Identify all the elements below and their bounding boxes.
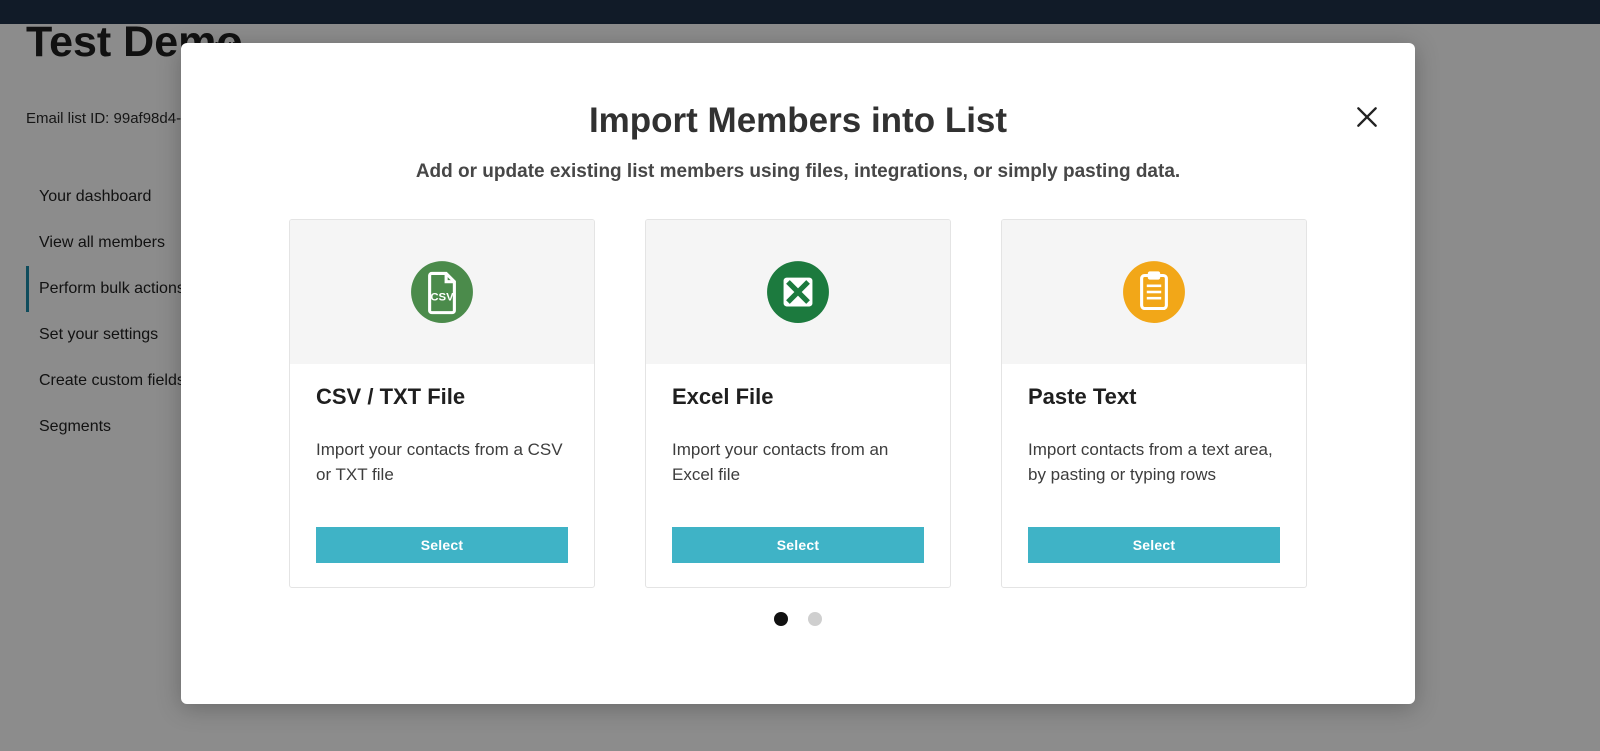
card-title: CSV / TXT File (316, 384, 568, 410)
csv-file-icon: CSV (290, 220, 594, 364)
modal-title: Import Members into List (181, 101, 1415, 141)
import-card-excel: Excel File Import your contacts from an … (645, 219, 951, 588)
card-title: Paste Text (1028, 384, 1280, 410)
svg-text:CSV: CSV (430, 291, 454, 303)
paste-text-icon (1002, 220, 1306, 364)
pager-dot-2[interactable] (808, 612, 822, 626)
import-card-csv: CSV CSV / TXT File Import your contacts … (289, 219, 595, 588)
close-icon (1354, 104, 1380, 135)
select-csv-button[interactable]: Select (316, 527, 568, 563)
import-card-paste: Paste Text Import contacts from a text a… (1001, 219, 1307, 588)
import-members-modal: Import Members into List Add or update e… (181, 43, 1415, 704)
select-excel-button[interactable]: Select (672, 527, 924, 563)
modal-subtitle: Add or update existing list members usin… (181, 161, 1415, 183)
card-title: Excel File (672, 384, 924, 410)
select-paste-button[interactable]: Select (1028, 527, 1280, 563)
modal-close-button[interactable] (1347, 99, 1387, 139)
excel-file-icon (646, 220, 950, 364)
import-option-cards: CSV CSV / TXT File Import your contacts … (181, 219, 1415, 588)
card-description: Import your contacts from an Excel file (672, 438, 924, 487)
card-pager (181, 612, 1415, 626)
card-description: Import contacts from a text area, by pas… (1028, 438, 1280, 487)
pager-dot-1[interactable] (774, 612, 788, 626)
card-description: Import your contacts from a CSV or TXT f… (316, 438, 568, 487)
